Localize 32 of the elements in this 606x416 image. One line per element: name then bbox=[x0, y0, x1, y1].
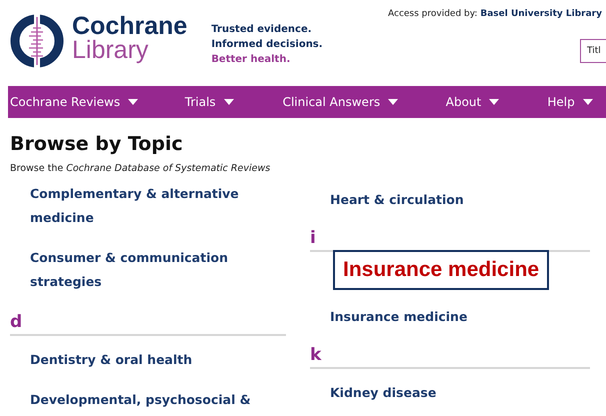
section-letter: d bbox=[10, 312, 22, 332]
caret-icon bbox=[128, 99, 138, 105]
tagline-text: Informed decisions. bbox=[211, 38, 323, 52]
nav-menu-button[interactable]: Trials bbox=[184, 93, 283, 111]
tagline-text: Better health. bbox=[211, 53, 292, 67]
topic-link[interactable]: Consumer & communication strategies bbox=[30, 246, 286, 294]
nav-menu-button[interactable]: Clinical Answers bbox=[282, 93, 446, 111]
topic-link[interactable]: Complementary & alternative medicine bbox=[30, 182, 286, 230]
page-title: Browse by Topic bbox=[10, 132, 184, 156]
nav-menu-button[interactable]: Help bbox=[547, 93, 606, 111]
nav-menu-button[interactable]: About bbox=[446, 93, 548, 111]
logo-subtitle: Library bbox=[72, 38, 150, 62]
caret-icon bbox=[582, 99, 593, 105]
topic-link[interactable]: Kidney disease bbox=[330, 381, 436, 406]
logo-icon bbox=[10, 14, 64, 68]
section-letter: i bbox=[310, 228, 316, 248]
nav-menu-button[interactable]: Cochrane Reviews bbox=[8, 93, 185, 111]
section-letter: k bbox=[310, 345, 322, 366]
access-org: Basel University Library bbox=[480, 9, 602, 19]
callout-bubble: Insurance medicine bbox=[333, 250, 550, 290]
page-subtitle: Browse the Cochrane Database of Systematic Reviews bbox=[10, 162, 272, 176]
topic-link[interactable]: Dentistry & oral health bbox=[30, 348, 192, 372]
tagline-text: Trusted evidence. bbox=[211, 23, 313, 37]
topic-link[interactable]: Heart & circulation bbox=[330, 188, 464, 212]
caret-icon bbox=[489, 99, 500, 105]
caret-icon bbox=[224, 99, 234, 105]
caret-icon bbox=[388, 99, 398, 105]
topic-link[interactable]: Insurance medicine bbox=[330, 305, 468, 330]
search-field[interactable]: Titl bbox=[580, 38, 606, 62]
logo-title: Cochrane bbox=[72, 14, 188, 38]
access-label: Access provided by: bbox=[388, 9, 478, 19]
topic-link[interactable]: Developmental, psychosocial & bbox=[30, 388, 251, 412]
